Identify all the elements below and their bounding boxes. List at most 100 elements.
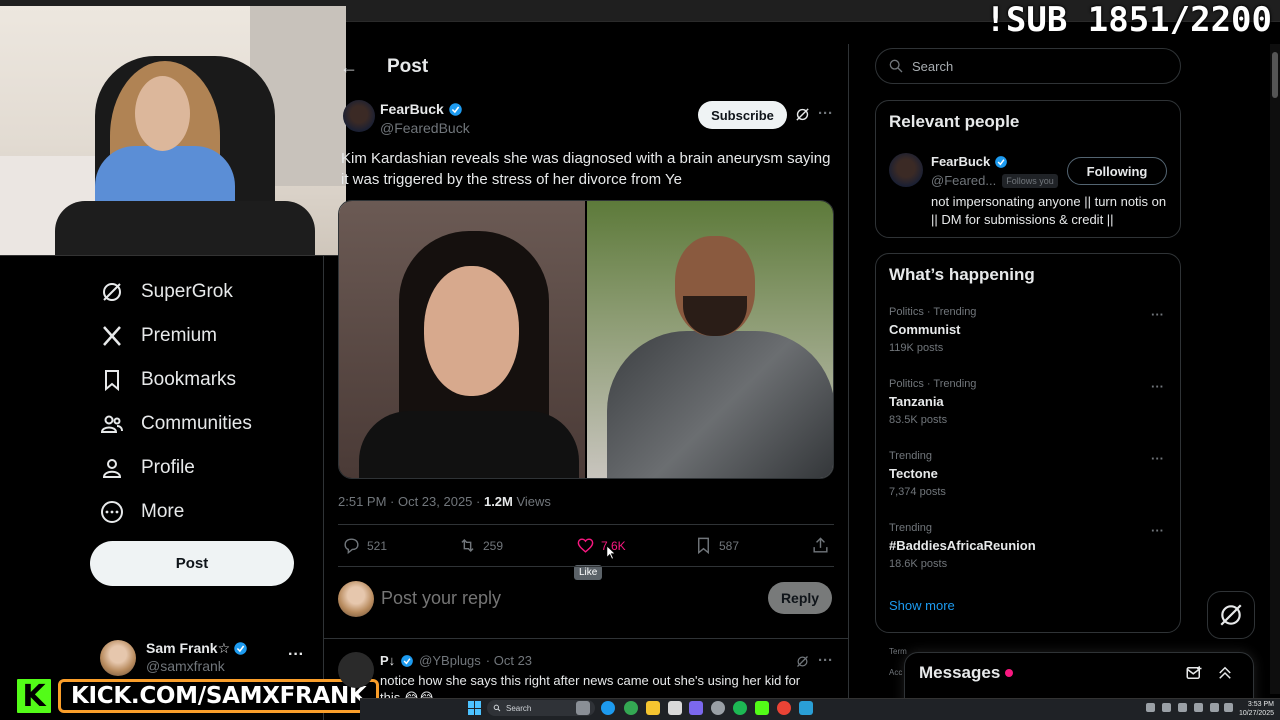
taskbar-app-icon[interactable] [668,701,682,715]
volume-icon[interactable] [1210,703,1219,712]
clock-time: 3:53 PM [1247,701,1274,708]
search-bar[interactable] [875,48,1181,84]
comment-avatar[interactable] [338,652,374,688]
nav-item-more[interactable]: More [100,497,184,527]
relevant-person-name[interactable]: FearBuck [931,154,1008,169]
nav-item-premium[interactable]: Premium [100,321,217,351]
tray-icon[interactable] [1178,703,1187,712]
author-avatar[interactable] [343,100,375,132]
share-action[interactable] [811,536,830,555]
chevron-double-up-icon[interactable] [1216,664,1234,682]
scrollbar-thumb[interactable] [1272,52,1278,98]
messages-title[interactable]: Messages [919,663,1014,683]
account-handle: @samxfrank [146,658,225,674]
comment-author-handle[interactable]: @YBplugs [419,653,481,668]
bookmark-icon [698,537,709,555]
trend-item[interactable]: Trending #BaddiesAfricaReunion 18.6K pos… [889,522,1169,570]
webcam-streamer-face [135,76,190,151]
nav-item-profile[interactable]: Profile [100,453,195,483]
windows-start-icon[interactable] [468,701,482,715]
post-text: Kim Kardashian reveals she was diagnosed… [341,150,831,188]
taskbar-app-icon[interactable] [755,701,769,715]
repost-icon [461,538,474,553]
file-explorer-icon[interactable] [646,701,660,715]
messages-title-text: Messages [919,663,1001,682]
bookmark-action[interactable]: 587 [694,536,739,555]
grok-icon[interactable] [795,654,810,669]
author-handle[interactable]: @FearedBuck [380,120,470,136]
trend-more-icon[interactable]: ··· [1151,523,1164,538]
avatar[interactable] [100,640,136,676]
trend-category: Politics · Trending [889,306,977,318]
spotify-icon[interactable] [733,701,747,715]
trend-item[interactable]: Politics · Trending Communist 119K posts [889,306,1169,354]
tray-icon[interactable] [1146,703,1155,712]
trend-more-icon[interactable]: ··· [1151,451,1164,466]
taskbar-clock[interactable]: 3:53 PM 10/27/2025 [1236,700,1274,718]
nav-item-supergrok[interactable]: SuperGrok [100,277,233,307]
relevant-person-name-text: FearBuck [931,154,991,169]
more-options-icon[interactable]: ··· [818,652,833,669]
avatar[interactable] [889,153,923,187]
reply-action[interactable]: 521 [342,536,387,555]
wifi-icon[interactable] [1194,703,1203,712]
repost-action[interactable]: 259 [458,536,503,555]
reply-input[interactable] [381,588,751,609]
repost-count: 259 [483,538,504,553]
chrome-icon[interactable] [777,701,791,715]
relevant-people-title: Relevant people [889,112,1020,131]
reply-count: 521 [367,538,388,553]
tray-icon[interactable] [1162,703,1171,712]
author-name[interactable]: FearBuck [380,101,463,117]
chrome-icon[interactable] [624,701,638,715]
footer-terms-link[interactable]: Term [889,647,907,656]
account-name-text: Sam Frank☆ [146,640,231,656]
trend-more-icon[interactable]: ··· [1151,379,1164,394]
settings-icon[interactable] [711,701,725,715]
following-button[interactable]: Following [1067,157,1167,185]
whats-happening-title: What’s happening [889,265,1035,284]
trend-count: 119K posts [889,342,944,354]
more-options-icon[interactable]: ··· [818,105,833,122]
divider [338,566,834,567]
trend-category: Trending [889,522,933,534]
trend-name: Tectone [889,466,938,481]
share-icon [813,537,828,553]
taskbar-search-label: Search [506,703,532,713]
trend-item[interactable]: Politics · Trending Tanzania 83.5K posts [889,378,1169,426]
nav-item-label: Premium [141,325,218,346]
subscribe-button[interactable]: Subscribe [698,101,787,129]
new-message-icon[interactable] [1185,664,1203,682]
nav-item-bookmarks[interactable]: Bookmarks [100,365,236,395]
more-circle-icon [101,501,123,523]
post-image[interactable] [338,200,834,479]
divider [338,524,834,525]
comment-author-name[interactable]: P↓ [380,653,395,668]
account-switcher-name[interactable]: Sam Frank☆ [146,640,248,657]
footer-accessibility-link[interactable]: Acc [889,668,902,677]
nav-item-label: Bookmarks [141,369,237,390]
search-input[interactable] [912,58,1172,74]
account-more-icon[interactable]: ··· [288,646,304,664]
avatar [338,581,374,617]
steam-icon[interactable] [799,701,813,715]
grok-floating-button[interactable] [1207,591,1255,639]
grok-icon[interactable] [794,106,811,123]
post-button[interactable]: Post [90,541,294,586]
show-more-link[interactable]: Show more [889,598,955,613]
like-action[interactable]: 7.6K [576,536,626,555]
taskbar-app-icon[interactable] [576,701,590,715]
relevant-person-handle: @Feared... Follows you [931,173,1058,188]
back-arrow-icon[interactable]: ← [340,57,358,78]
battery-icon[interactable] [1224,703,1233,712]
page-scrollbar[interactable] [1270,44,1280,694]
nav-item-communities[interactable]: Communities [100,409,252,439]
taskbar-app-icon[interactable] [689,701,703,715]
trend-category: Politics · Trending [889,378,977,390]
trend-item[interactable]: Trending Tectone 7,374 posts [889,450,1169,498]
profile-icon [102,459,122,478]
trend-more-icon[interactable]: ··· [1151,307,1164,322]
reply-button[interactable]: Reply [768,582,832,614]
heart-icon [577,538,594,553]
edge-icon[interactable] [601,701,615,715]
